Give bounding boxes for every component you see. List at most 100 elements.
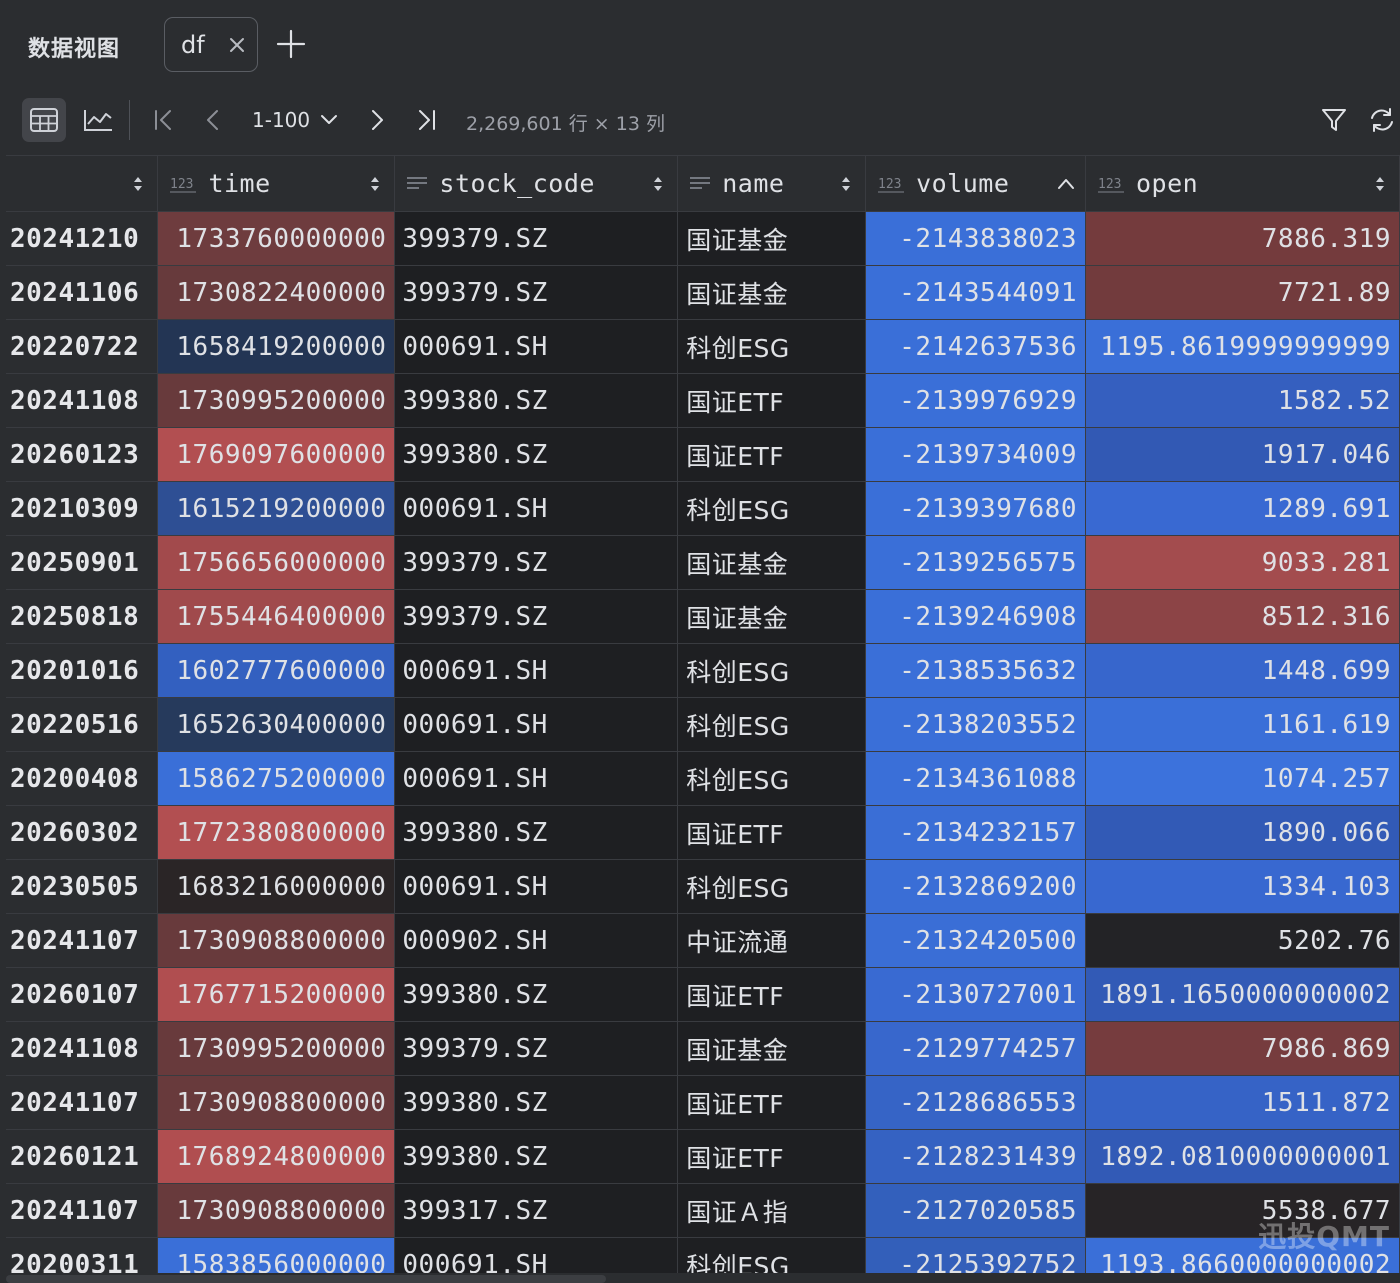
time-cell[interactable]: 1767715200000 [157,967,396,1022]
time-cell[interactable]: 1768924800000 [157,1129,396,1184]
volume-cell[interactable]: -2143838023 [865,211,1086,266]
table-row[interactable]: 20241106 1730822400000 399379.SZ 国证基金 -21435… [6,265,1400,320]
table-row[interactable]: 20220722 1658419200000 000691.SH 科创ESG -2142… [6,319,1400,374]
name-cell[interactable]: 国证基金 [677,265,867,320]
table-row[interactable]: 20260302 1772380800000 399380.SZ 国证ETF -2134… [6,805,1400,860]
name-cell[interactable]: 国证ETF [677,1129,867,1184]
volume-cell[interactable]: -2139246908 [865,589,1086,644]
open-cell[interactable]: 1334.103 [1085,859,1400,914]
row-index-cell[interactable]: 20260121 [6,1129,159,1184]
volume-cell[interactable]: -2139976929 [865,373,1086,428]
open-cell[interactable]: 1891.1650000000002 [1085,967,1400,1022]
time-cell[interactable]: 1652630400000 [157,697,396,752]
sort-icon[interactable] [1371,173,1389,195]
volume-cell[interactable]: -2138203552 [865,697,1086,752]
time-cell[interactable]: 1730995200000 [157,1021,396,1076]
time-cell[interactable]: 1733760000000 [157,211,396,266]
table-row[interactable]: 20241107 1730908800000 399380.SZ 国证ETF -2128… [6,1075,1400,1130]
row-index-cell[interactable]: 20250901 [6,535,159,590]
row-index-cell[interactable]: 20250818 [6,589,159,644]
stock-code-cell[interactable]: 399379.SZ [394,589,679,644]
name-cell[interactable]: 国证Ａ指 [677,1183,867,1238]
stock-code-cell[interactable]: 000691.SH [394,481,679,536]
row-index-cell[interactable]: 20241107 [6,913,159,968]
stock-code-cell[interactable]: 399379.SZ [394,265,679,320]
name-cell[interactable]: 国证ETF [677,373,867,428]
stock-code-cell[interactable]: 399317.SZ [394,1183,679,1238]
name-cell[interactable]: 科创ESG [677,859,867,914]
row-index-cell[interactable]: 20260107 [6,967,159,1022]
row-index-cell[interactable]: 20260302 [6,805,159,860]
row-index-cell[interactable]: 20230505 [6,859,159,914]
table-row[interactable]: 20260107 1767715200000 399380.SZ 国证ETF -2130… [6,967,1400,1022]
table-row[interactable]: 20250901 1756656000000 399379.SZ 国证基金 -21392… [6,535,1400,590]
table-row[interactable]: 20230505 1683216000000 000691.SH 科创ESG -2132… [6,859,1400,914]
open-cell[interactable]: 8512.316 [1085,589,1400,644]
name-cell[interactable]: 中证流通 [677,913,867,968]
open-cell[interactable]: 1195.8619999999999 [1085,319,1400,374]
close-icon[interactable] [226,34,248,56]
row-index-cell[interactable]: 20220722 [6,319,159,374]
table-row[interactable]: 20200408 1586275200000 000691.SH 科创ESG -2134… [6,751,1400,806]
stock-code-cell[interactable]: 399379.SZ [394,211,679,266]
stock-code-cell[interactable]: 399380.SZ [394,805,679,860]
table-row[interactable]: 20260123 1769097600000 399380.SZ 国证ETF -2139… [6,427,1400,482]
page-range-select[interactable]: 1-100 [252,108,338,132]
time-cell[interactable]: 1755446400000 [157,589,396,644]
table-row[interactable]: 20241108 1730995200000 399380.SZ 国证ETF -2139… [6,373,1400,428]
open-cell[interactable]: 9033.281 [1085,535,1400,590]
volume-cell[interactable]: -2125392752 [865,1237,1086,1273]
volume-cell[interactable]: -2139256575 [865,535,1086,590]
name-cell[interactable]: 国证基金 [677,589,867,644]
volume-cell[interactable]: -2130727001 [865,967,1086,1022]
next-page-button[interactable] [362,98,392,142]
time-cell[interactable]: 1730995200000 [157,373,396,428]
time-cell[interactable]: 1583856000000 [157,1237,396,1273]
volume-cell[interactable]: -2142637536 [865,319,1086,374]
volume-cell[interactable]: -2134361088 [865,751,1086,806]
stock-code-cell[interactable]: 399380.SZ [394,967,679,1022]
stock-code-cell[interactable]: 000691.SH [394,859,679,914]
row-index-cell[interactable]: 20241108 [6,373,159,428]
chart-view-button[interactable] [78,98,118,142]
volume-cell[interactable]: -2128686553 [865,1075,1086,1130]
stock-code-cell[interactable]: 399380.SZ [394,1129,679,1184]
volume-cell[interactable]: -2143544091 [865,265,1086,320]
stock-code-cell[interactable]: 000691.SH [394,1237,679,1273]
row-index-cell[interactable]: 20220516 [6,697,159,752]
open-cell[interactable]: 1511.872 [1085,1075,1400,1130]
row-index-cell[interactable]: 20201016 [6,643,159,698]
time-cell[interactable]: 1586275200000 [157,751,396,806]
name-cell[interactable]: 科创ESG [677,319,867,374]
name-cell[interactable]: 国证基金 [677,1021,867,1076]
table-row[interactable]: 20241210 1733760000000 399379.SZ 国证基金 -21438… [6,211,1400,266]
row-index-cell[interactable]: 20241108 [6,1021,159,1076]
name-cell[interactable]: 科创ESG [677,751,867,806]
refresh-button[interactable] [1364,98,1400,142]
volume-cell[interactable]: -2129774257 [865,1021,1086,1076]
time-cell[interactable]: 1769097600000 [157,427,396,482]
name-cell[interactable]: 科创ESG [677,643,867,698]
time-cell[interactable]: 1730908800000 [157,1075,396,1130]
column-header-time[interactable]: 123 time [157,156,396,212]
time-cell[interactable]: 1730908800000 [157,1183,396,1238]
volume-cell[interactable]: -2127020585 [865,1183,1086,1238]
add-tab-button[interactable] [275,28,307,60]
sort-ascending-icon[interactable] [1057,173,1075,195]
time-cell[interactable]: 1756656000000 [157,535,396,590]
time-cell[interactable]: 1615219200000 [157,481,396,536]
table-row[interactable]: 20210309 1615219200000 000691.SH 科创ESG -2139… [6,481,1400,536]
name-cell[interactable]: 国证ETF [677,1075,867,1130]
open-cell[interactable]: 7886.319 [1085,211,1400,266]
table-row[interactable]: 20250818 1755446400000 399379.SZ 国证基金 -21392… [6,589,1400,644]
stock-code-cell[interactable]: 000691.SH [394,643,679,698]
open-cell[interactable]: 1917.046 [1085,427,1400,482]
volume-cell[interactable]: -2134232157 [865,805,1086,860]
volume-cell[interactable]: -2132869200 [865,859,1086,914]
table-view-button[interactable] [22,98,66,142]
table-row[interactable]: 20201016 1602777600000 000691.SH 科创ESG -2138… [6,643,1400,698]
name-cell[interactable]: 科创ESG [677,481,867,536]
stock-code-cell[interactable]: 399379.SZ [394,1021,679,1076]
name-cell[interactable]: 国证基金 [677,535,867,590]
stock-code-cell[interactable]: 399380.SZ [394,427,679,482]
